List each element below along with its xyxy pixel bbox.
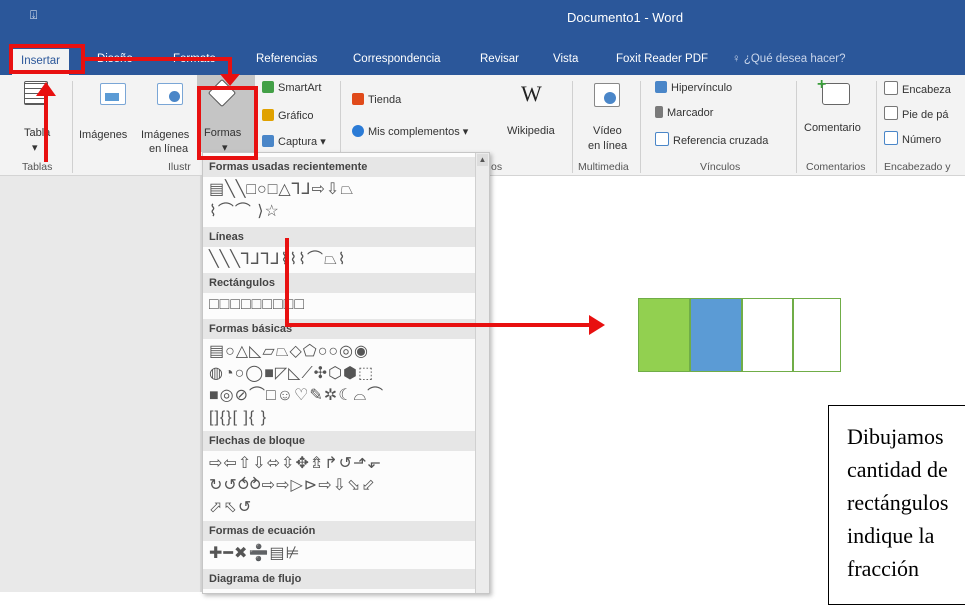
tabla-dropdown-arrow[interactable]: ▾	[32, 141, 38, 154]
section-equation-shapes: Formas de ecuación	[203, 521, 479, 541]
wikipedia-button[interactable]: Wikipedia	[507, 125, 555, 137]
imagenes-en-linea-label[interactable]: en línea	[149, 143, 188, 155]
group-label-tablas: Tablas	[22, 161, 53, 173]
block-arrows-row[interactable]: ⬀⬁↺	[209, 499, 252, 517]
fraction-rectangle-3[interactable]	[742, 298, 793, 372]
arrow-head-up-icon	[36, 82, 56, 96]
bookmark-icon	[655, 106, 663, 118]
chart-icon	[262, 109, 274, 121]
group-label-comentarios: Comentarios	[806, 161, 866, 173]
group-separator	[72, 81, 73, 173]
smartart-icon	[262, 81, 274, 93]
tienda-button[interactable]: Tienda	[352, 93, 401, 106]
numero-button[interactable]: Número	[884, 131, 941, 146]
online-pictures-icon	[157, 83, 183, 105]
arrow-line-rect-vertical	[285, 238, 289, 326]
textbox-line: rectángulos	[847, 490, 949, 515]
video-en-linea-label[interactable]: en línea	[588, 140, 627, 152]
section-basic-shapes: Formas básicas	[203, 319, 479, 339]
fraction-rectangle-4[interactable]	[793, 298, 841, 372]
store-icon	[352, 93, 364, 105]
group-label-ilustraciones: Ilustr	[168, 161, 191, 173]
textbox-line: cantidad de	[847, 457, 948, 482]
basic-shapes-row[interactable]: ■◎⊘⌒□☺♡✎✲☾⌓⌒	[209, 387, 384, 405]
highlight-formas-button	[197, 86, 258, 160]
basic-shapes-row[interactable]: ◍◔○◯■◸◺⟋✣⬡⬢⬚	[209, 365, 374, 383]
arrow-line-rect-horizontal	[285, 323, 589, 327]
imagenes-en-linea-button[interactable]: Imágenes	[141, 129, 189, 141]
marcador-button[interactable]: Marcador	[655, 106, 713, 119]
section-recent-shapes: Formas usadas recientemente	[203, 157, 479, 177]
video-en-linea-button[interactable]: Vídeo	[593, 125, 622, 137]
section-rectangles: Rectángulos	[203, 273, 479, 293]
grafico-button[interactable]: Gráfico	[262, 109, 313, 122]
group-separator	[572, 81, 573, 173]
textbox-line: fracción	[847, 556, 920, 581]
group-separator	[796, 81, 797, 173]
online-video-icon	[594, 83, 620, 107]
pie-de-pagina-button[interactable]: Pie de pá	[884, 106, 948, 121]
tab-vista[interactable]: Vista	[553, 53, 578, 65]
lines-row[interactable]: ╲╲╲⅂⅃⅂⅃⌇⌇⌇⌒⏢⌇	[209, 251, 347, 269]
fraction-rectangle-1[interactable]	[638, 298, 690, 372]
rectangles-row[interactable]: □□□□□□□□□	[209, 296, 305, 314]
instruction-textbox[interactable]: Dibujamos cantidad de rectángulos indiqu…	[828, 405, 965, 605]
basic-shapes-row[interactable]: ▤○△◺▱⏢◇⬠○○◎◉	[209, 343, 369, 361]
cross-reference-icon	[655, 132, 669, 146]
shapes-gallery-dropdown: Formas usadas recientemente ▤╲╲□○□△⅂⅃⇨⇩⏢…	[202, 152, 490, 594]
title-bar: ⍗ Documento1 - Word	[0, 0, 965, 45]
arrow-line-up	[44, 92, 48, 162]
comentario-button[interactable]: Comentario	[804, 122, 861, 134]
lightbulb-icon: ♀	[732, 53, 744, 65]
group-label-complementos: os	[491, 161, 503, 173]
pictures-icon	[100, 83, 126, 105]
tell-me-box[interactable]: ♀ ¿Qué desea hacer?	[732, 53, 845, 65]
section-block-arrows: Flechas de bloque	[203, 431, 479, 451]
scroll-up-arrow-icon[interactable]: ▲	[477, 154, 488, 166]
hyperlink-icon	[655, 81, 667, 93]
captura-button[interactable]: Captura ▾	[262, 135, 326, 148]
imagenes-button[interactable]: Imágenes	[79, 129, 127, 141]
window-title: Documento1 - Word	[567, 10, 684, 25]
arrow-line-connector	[85, 57, 232, 61]
highlight-insertar-tab	[9, 44, 85, 74]
recent-shapes-row[interactable]: ▤╲╲□○□△⅂⅃⇨⇩⏢	[209, 181, 354, 199]
group-label-encabezado: Encabezado y	[884, 161, 951, 173]
arrow-head-down-icon	[220, 74, 240, 86]
group-label-vinculos: Vínculos	[700, 161, 741, 173]
hipervinculo-button[interactable]: Hipervínculo	[655, 81, 732, 94]
textbox-line: Dibujamos	[847, 424, 944, 449]
my-addins-icon	[352, 125, 364, 137]
comment-icon: +	[817, 76, 850, 105]
mis-complementos-button[interactable]: Mis complementos ▾	[352, 125, 468, 138]
tab-correspondencia[interactable]: Correspondencia	[353, 53, 441, 65]
textbox-line: indique la	[847, 523, 935, 548]
tab-referencias[interactable]: Referencias	[256, 53, 317, 65]
section-lines: Líneas	[203, 227, 479, 247]
group-separator	[640, 81, 641, 173]
header-icon	[884, 81, 898, 95]
recent-shapes-row[interactable]: ⌇⌒⌒ ⟩☆	[209, 203, 280, 221]
screenshot-icon	[262, 135, 274, 147]
dropdown-scrollbar[interactable]: ▲	[475, 153, 489, 593]
smartart-button[interactable]: SmartArt	[262, 81, 321, 94]
block-arrows-row[interactable]: ↻↺⥀⥁⇨⇨▷⊳⇨⇩⬂⬃	[209, 477, 376, 495]
block-arrows-row[interactable]: ⇨⇦⇧⇩⬄⇳✥⇯↱↺⬏⬐	[209, 455, 382, 473]
tab-foxit-reader-pdf[interactable]: Foxit Reader PDF	[616, 53, 708, 65]
wikipedia-icon: W	[521, 81, 542, 106]
equation-shapes-row[interactable]: ✚━✖➗▤⊭	[209, 545, 300, 563]
section-flowchart: Diagrama de flujo	[203, 569, 479, 589]
left-margin	[0, 176, 202, 592]
fraction-rectangle-2[interactable]	[690, 298, 742, 372]
encabezado-button[interactable]: Encabeza	[884, 81, 951, 96]
footer-icon	[884, 106, 898, 120]
arrow-head-right-icon	[589, 315, 605, 335]
tab-revisar[interactable]: Revisar	[480, 53, 519, 65]
group-separator	[876, 81, 877, 173]
basic-shapes-row[interactable]: []{}[ ]{ }	[209, 409, 267, 427]
quick-access-icon[interactable]: ⍗	[30, 8, 37, 23]
referencia-cruzada-button[interactable]: Referencia cruzada	[655, 132, 768, 147]
page-number-icon	[884, 131, 898, 145]
group-label-multimedia: Multimedia	[578, 161, 629, 173]
